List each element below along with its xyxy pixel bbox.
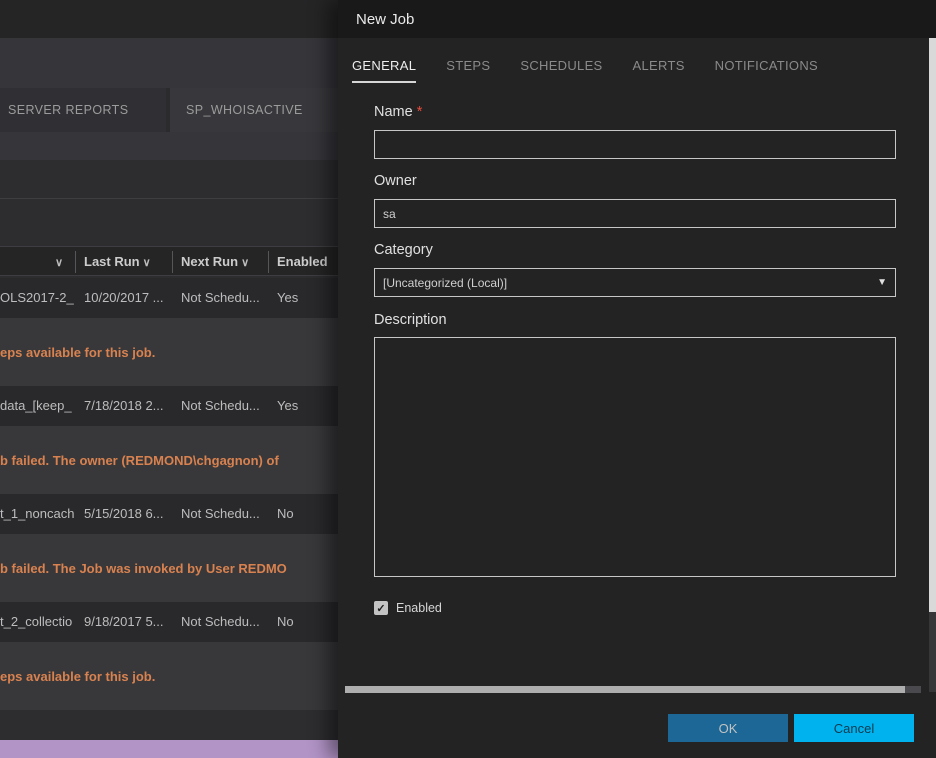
description-field[interactable] <box>374 337 896 577</box>
name-label-text: Name <box>374 104 413 120</box>
name-label: Name* <box>374 104 422 120</box>
last-run-cell: 10/20/2017 ... <box>84 278 179 318</box>
tab-schedules[interactable]: SCHEDULES <box>520 58 602 83</box>
next-run-cell: Not Schedu... <box>181 278 274 318</box>
job-name-cell: t_2_collectio <box>0 602 82 642</box>
last-run-cell: 7/18/2018 2... <box>84 386 179 426</box>
table-row[interactable]: t_2_collectio 9/18/2017 5... Not Schedu.… <box>0 602 338 642</box>
vertical-scrollbar-track[interactable] <box>929 612 936 692</box>
dialog-tabbar: GENERAL STEPS SCHEDULES ALERTS NOTIFICAT… <box>352 58 818 83</box>
jobs-table-header: ∨ Last Run∨ Next Run∨ Enabled <box>0 246 338 276</box>
sort-chevron-icon: ∨ <box>241 257 249 269</box>
next-run-header-label: Next Run <box>181 254 238 269</box>
dialog-title: New Job <box>356 11 414 28</box>
category-selected-value: [Uncategorized (Local)] <box>383 276 507 290</box>
status-bar <box>0 740 338 758</box>
enabled-row: ✓ Enabled <box>374 601 442 615</box>
enabled-cell: No <box>277 494 337 534</box>
sort-chevron-icon: ∨ <box>143 257 151 269</box>
cancel-button[interactable]: Cancel <box>794 714 914 742</box>
tab-server-reports[interactable]: SERVER REPORTS <box>0 88 166 132</box>
table-row[interactable]: data_[keep_ 7/18/2018 2... Not Schedu...… <box>0 386 338 426</box>
horizontal-scrollbar-thumb[interactable] <box>345 686 905 693</box>
enabled-header-label: Enabled <box>277 254 328 269</box>
job-warning-row[interactable]: b failed. The Job was invoked by User RE… <box>0 534 338 602</box>
job-name-cell: t_1_noncach <box>0 494 82 534</box>
name-column-sort[interactable]: ∨ <box>52 247 63 277</box>
next-run-cell: Not Schedu... <box>181 386 274 426</box>
name-field[interactable] <box>374 130 896 159</box>
job-warning-row[interactable]: b failed. The owner (REDMOND\chgagnon) o… <box>0 426 338 494</box>
enabled-checkbox-label: Enabled <box>396 601 442 615</box>
background-band <box>0 132 338 160</box>
required-asterisk: * <box>417 104 423 120</box>
owner-field[interactable] <box>374 199 896 228</box>
table-row[interactable]: OLS2017-2_ 10/20/2017 ... Not Schedu... … <box>0 278 338 318</box>
report-tabstrip: SERVER REPORTS SP_WHOISACTIVE <box>0 88 338 132</box>
sort-chevron-icon: ∨ <box>55 257 63 269</box>
chevron-down-icon: ▼ <box>877 277 887 288</box>
job-warning-row[interactable]: eps available for this job. <box>0 318 338 386</box>
background-band <box>0 38 338 88</box>
tab-alerts[interactable]: ALERTS <box>633 58 685 83</box>
enabled-checkbox[interactable]: ✓ <box>374 601 388 615</box>
enabled-cell: No <box>277 602 337 642</box>
last-run-cell: 9/18/2017 5... <box>84 602 179 642</box>
check-icon: ✓ <box>376 602 385 615</box>
vertical-scrollbar-thumb[interactable] <box>929 38 936 612</box>
table-row[interactable]: t_1_noncach 5/15/2018 6... Not Schedu...… <box>0 494 338 534</box>
job-name-cell: data_[keep_ <box>0 386 82 426</box>
column-divider <box>172 251 173 273</box>
tab-sp-whoisactive[interactable]: SP_WHOISACTIVE <box>170 88 338 132</box>
last-run-cell: 5/15/2018 6... <box>84 494 179 534</box>
jobs-toolbar: + New Job <box>0 198 338 242</box>
enabled-cell: Yes <box>277 386 337 426</box>
new-job-dialog: New Job GENERAL STEPS SCHEDULES ALERTS N… <box>338 0 936 758</box>
jobs-view-background: SERVER REPORTS SP_WHOISACTIVE + New Job … <box>0 0 338 758</box>
tab-steps[interactable]: STEPS <box>446 58 490 83</box>
job-name-cell: OLS2017-2_ <box>0 278 82 318</box>
tab-general[interactable]: GENERAL <box>352 58 416 83</box>
next-run-column-header[interactable]: Next Run∨ <box>181 247 249 277</box>
top-title-bar <box>0 0 338 38</box>
tab-server-reports-label: SERVER REPORTS <box>8 103 128 117</box>
tab-sp-whoisactive-label: SP_WHOISACTIVE <box>186 103 303 117</box>
description-label: Description <box>374 312 447 328</box>
category-select[interactable]: [Uncategorized (Local)] ▼ <box>374 268 896 297</box>
dialog-header: New Job <box>338 0 936 38</box>
last-run-column-header[interactable]: Last Run∨ <box>84 247 151 277</box>
enabled-column-header[interactable]: Enabled <box>277 247 328 277</box>
job-warning-row[interactable]: eps available for this job. <box>0 642 338 710</box>
owner-label: Owner <box>374 173 417 189</box>
tab-notifications[interactable]: NOTIFICATIONS <box>715 58 818 83</box>
horizontal-scrollbar[interactable] <box>345 686 921 693</box>
next-run-cell: Not Schedu... <box>181 602 274 642</box>
column-divider <box>268 251 269 273</box>
last-run-header-label: Last Run <box>84 254 140 269</box>
next-run-cell: Not Schedu... <box>181 494 274 534</box>
ok-button[interactable]: OK <box>668 714 788 742</box>
enabled-cell: Yes <box>277 278 337 318</box>
category-label: Category <box>374 242 433 258</box>
column-divider <box>75 251 76 273</box>
